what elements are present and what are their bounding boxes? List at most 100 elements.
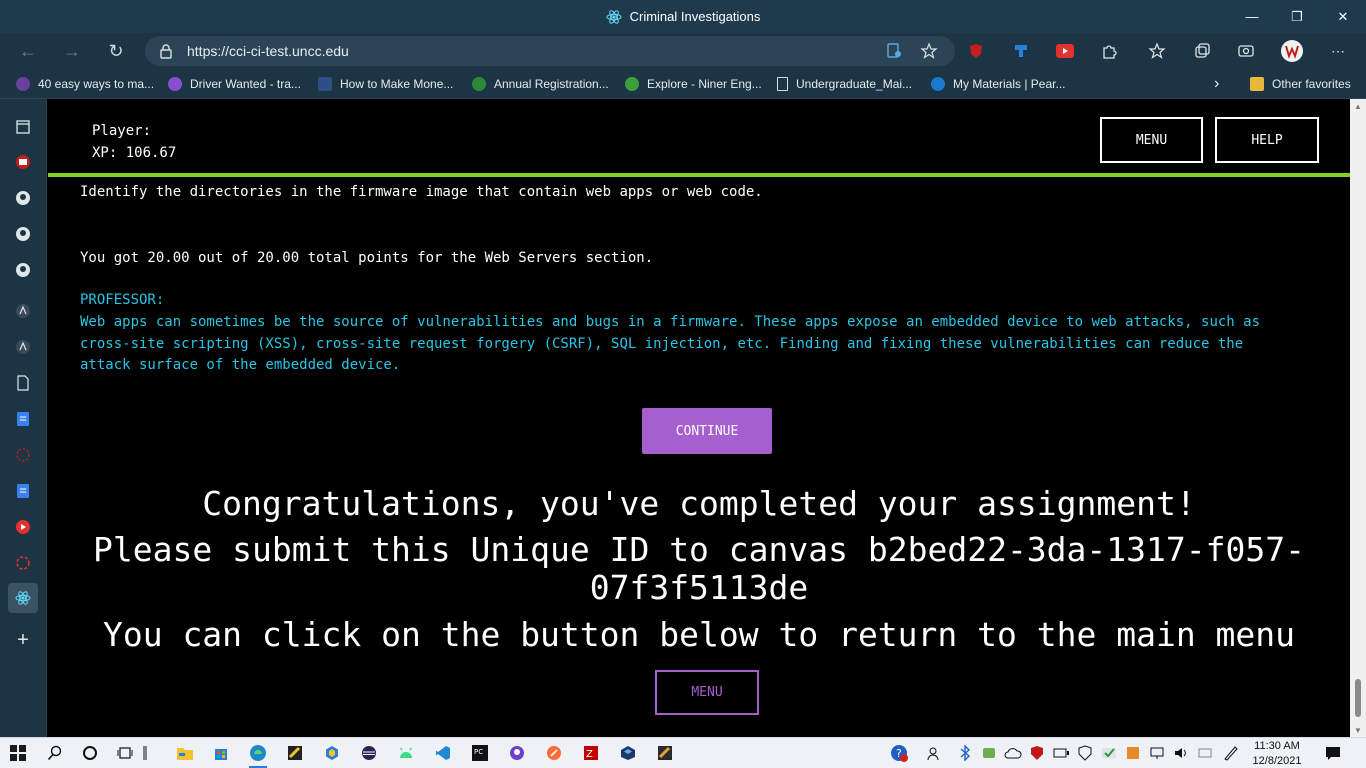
new-tab-plus-icon[interactable]: + [8,625,38,655]
help-tray-icon[interactable]: ? [888,742,910,764]
more-options-icon[interactable]: ⋯ [1328,41,1348,61]
file-explorer-icon[interactable] [174,742,196,764]
read-aloud-icon[interactable] [885,42,903,60]
game-page: Player: XP: 106.67 MENU HELP Identify th… [48,99,1350,737]
task-view-icon[interactable] [114,742,136,764]
page-scrollbar[interactable]: ▲ ▼ [1350,99,1366,737]
minimize-button[interactable]: — [1229,0,1275,33]
screenshot-icon[interactable] [1236,41,1256,61]
xp-label: XP: 106.67 [92,145,177,161]
pen-icon[interactable] [1220,742,1242,764]
taskbar-divider-icon [140,742,150,764]
start-windows-icon[interactable] [7,742,29,764]
favorite-item[interactable]: 40 easy ways to ma... [16,69,154,99]
tray-app-icon[interactable] [978,742,1000,764]
filezilla-icon[interactable]: Z [580,742,602,764]
battery-icon[interactable] [1050,742,1072,764]
favorite-item[interactable]: Explore - Niner Eng... [625,69,762,99]
svg-text:Z: Z [586,749,593,760]
continue-button[interactable]: CONTINUE [642,408,772,454]
document-tab-icon[interactable] [8,368,38,398]
pycharm-icon[interactable]: PC [469,742,491,764]
scroll-down-arrow-icon[interactable]: ▼ [1350,723,1366,737]
criminal-investigations-tab-icon[interactable] [8,583,38,613]
virtualbox-icon[interactable] [617,742,639,764]
add-favorite-star-icon[interactable] [920,42,938,60]
github-tab-icon[interactable] [8,255,38,285]
checkmark-tray-icon[interactable] [1098,742,1120,764]
professor-label: PROFESSOR: [80,292,165,308]
onedrive-cloud-icon[interactable] [1002,742,1024,764]
loading-tab-icon[interactable] [8,440,38,470]
tab-sidebar: + [0,99,47,737]
github-tab-icon[interactable] [8,219,38,249]
android-studio-icon[interactable] [395,742,417,764]
vscode-icon[interactable] [432,742,454,764]
favorites-overflow-chevron-icon[interactable]: › [1214,69,1219,99]
pearson-icon [931,77,945,91]
favorite-item[interactable]: How to Make Mone... [318,69,453,99]
app-tab-icon[interactable] [8,332,38,362]
eclipse-icon[interactable] [358,742,380,764]
other-favorites[interactable]: Other favorites [1250,69,1351,99]
mcafee-shield-icon[interactable] [1026,742,1048,764]
forward-icon[interactable]: → [57,37,87,65]
favorite-item[interactable]: Driver Wanted - tra... [168,69,301,99]
favorite-item[interactable]: Undergraduate_Mai... [777,69,912,99]
postman-icon[interactable] [543,742,565,764]
youtube-tab-icon[interactable] [8,512,38,542]
bluetooth-icon[interactable] [954,742,976,764]
favorite-item[interactable]: My Materials | Pear... [931,69,1065,99]
address-bar[interactable]: https://cci-ci-test.uncc.edu [145,36,955,66]
professor-message-line: attack surface of the embedded device. [80,357,401,373]
peace-icon [168,77,182,91]
docs-tab-icon[interactable] [8,404,38,434]
extension-blue-icon[interactable] [1011,41,1031,61]
help-button[interactable]: HELP [1215,117,1319,163]
tray-orange-app-icon[interactable] [1122,742,1144,764]
app-tab-icon[interactable] [8,296,38,326]
scrollbar-thumb[interactable] [1355,679,1361,717]
github-tab-icon[interactable] [8,183,38,213]
windows-taskbar: PC Z ? 11:30 AM 12/8/2021 [0,737,1366,768]
volume-icon[interactable] [1170,742,1192,764]
sticky-notes-icon[interactable] [284,742,306,764]
github-desktop-icon[interactable] [506,742,528,764]
app-icon[interactable] [654,742,676,764]
favorite-site-icon [625,77,639,91]
main-menu-button[interactable]: MENU [655,670,759,715]
tab-actions-icon[interactable] [8,112,38,142]
docs-tab-icon[interactable] [8,476,38,506]
loading-tab-icon[interactable] [8,548,38,578]
calendar-tab-icon[interactable] [8,147,38,177]
close-button[interactable]: ✕ [1320,0,1366,33]
unique-id-line: 07f3f5113de [589,568,809,607]
edge-browser-icon[interactable] [247,742,269,768]
system-clock[interactable]: 11:30 AM 12/8/2021 [1244,738,1310,768]
extensions-puzzle-icon[interactable] [1099,41,1119,61]
collections-icon[interactable] [1192,41,1212,61]
score-text: You got 20.00 out of 20.00 total points … [80,250,654,266]
player-label: Player: [92,123,152,139]
notifications-icon[interactable] [1322,742,1344,764]
input-indicator-icon[interactable] [1194,742,1216,764]
menu-button[interactable]: MENU [1100,117,1203,163]
store-icon[interactable] [210,742,232,764]
favorites-icon[interactable] [1147,41,1167,61]
url-text[interactable]: https://cci-ci-test.uncc.edu [187,43,349,59]
search-icon[interactable] [44,742,66,764]
ublock-extension-icon[interactable] [966,41,986,61]
refresh-icon[interactable]: ↻ [101,37,131,65]
favorite-item[interactable]: Annual Registration... [472,69,609,99]
profile-avatar[interactable] [1280,39,1304,63]
youtube-extension-icon[interactable] [1055,41,1075,61]
app-hexagon-icon[interactable] [321,742,343,764]
lock-icon [160,44,172,59]
people-icon[interactable] [924,742,946,764]
scroll-up-arrow-icon[interactable]: ▲ [1350,99,1366,113]
back-icon[interactable]: ← [13,37,43,65]
cortana-icon[interactable] [79,742,101,764]
maximize-button[interactable]: ❐ [1274,0,1320,33]
network-icon[interactable] [1146,742,1168,764]
security-icon[interactable] [1074,742,1096,764]
